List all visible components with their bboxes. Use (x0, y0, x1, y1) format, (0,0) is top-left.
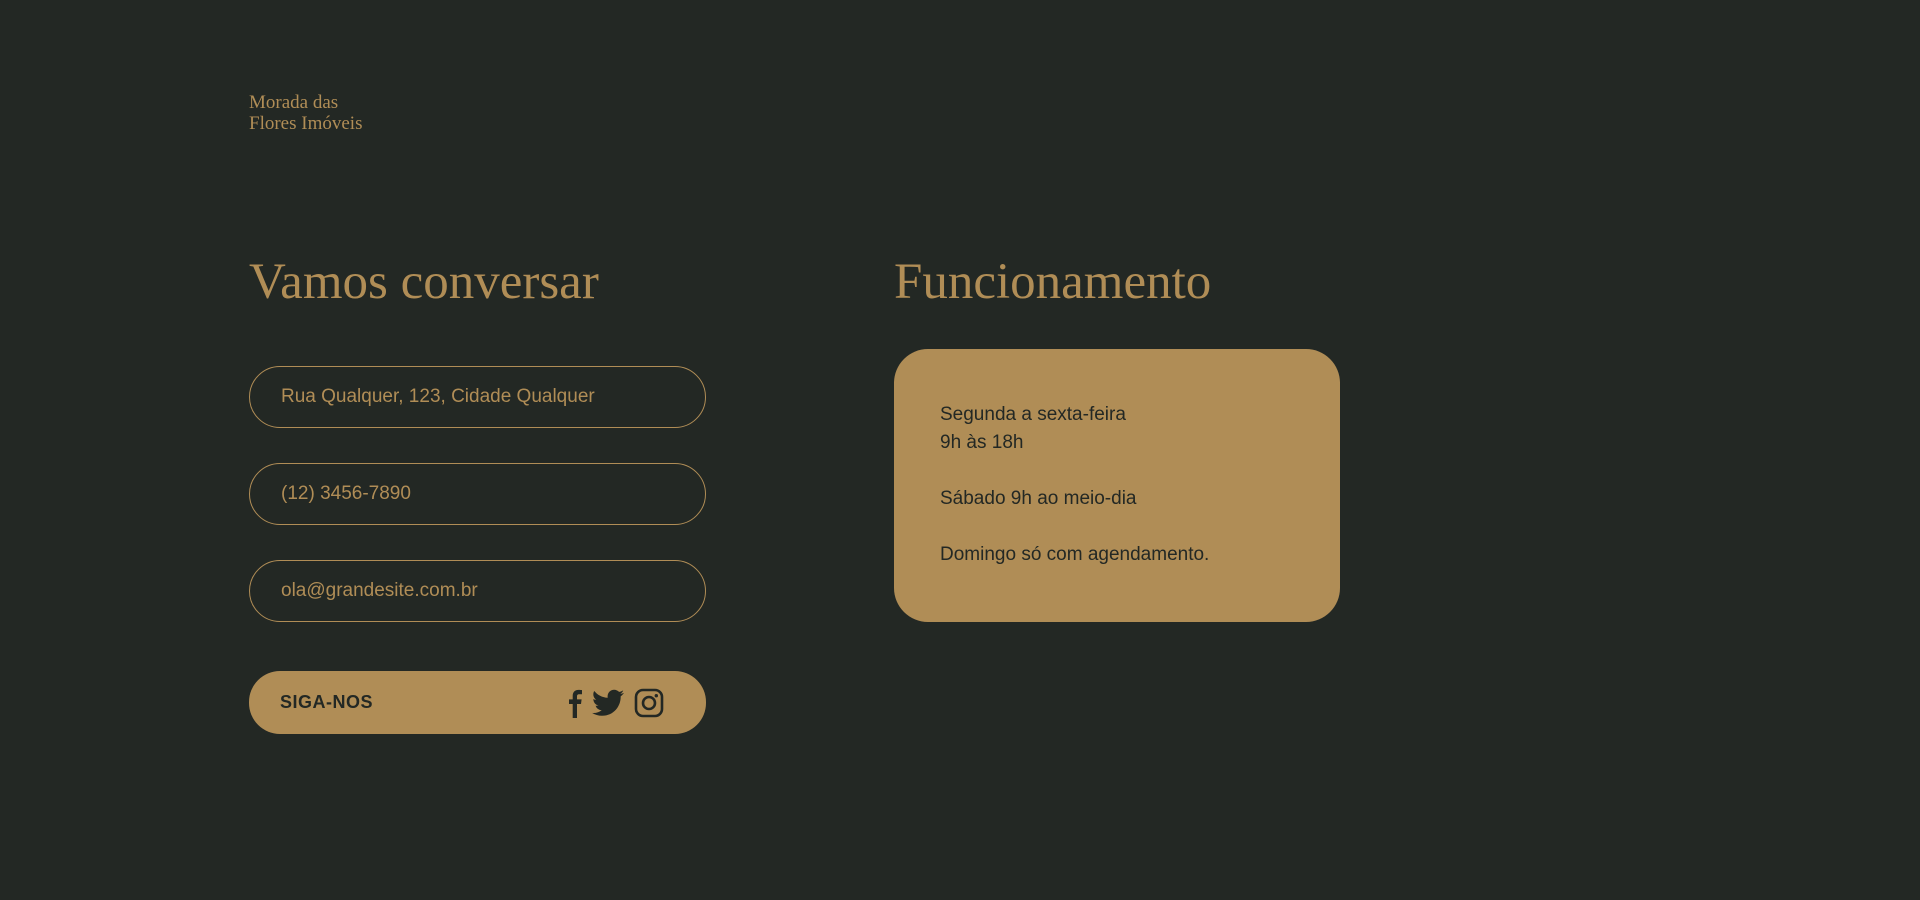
hours-card: Segunda a sexta-feira 9h às 18h Sábado 9… (894, 349, 1340, 622)
facebook-icon[interactable] (568, 688, 582, 718)
social-icons (568, 688, 664, 718)
brand-name-line-2: Flores Imóveis (249, 113, 363, 134)
email-text: ola@grandesite.com.br (281, 580, 478, 601)
saturday-hours: Sábado 9h ao meio-dia (940, 488, 1137, 509)
hours-heading: Funcionamento (894, 254, 1212, 310)
sunday-hours: Domingo só com agendamento. (940, 544, 1210, 565)
phone-field[interactable]: (12) 3456-7890 (249, 463, 706, 525)
weekday-hours: Segunda a sexta-feira 9h às 18h (940, 401, 1294, 457)
phone-text: (12) 3456-7890 (281, 483, 411, 504)
email-field[interactable]: ola@grandesite.com.br (249, 560, 706, 622)
address-field: Rua Qualquer, 123, Cidade Qualquer (249, 366, 706, 428)
social-bar: SIGA-NOS (249, 671, 706, 734)
brand-name-line-1: Morada das (249, 92, 339, 113)
contact-heading: Vamos conversar (249, 254, 599, 310)
brand-logo[interactable]: Morada das Flores Imóveis (249, 92, 362, 134)
twitter-icon[interactable] (592, 689, 624, 717)
weekday-times: 9h às 18h (940, 432, 1024, 453)
social-label: SIGA-NOS (280, 692, 374, 712)
address-text: Rua Qualquer, 123, Cidade Qualquer (281, 386, 595, 407)
weekday-days: Segunda a sexta-feira (940, 404, 1126, 425)
instagram-icon[interactable] (634, 688, 664, 718)
